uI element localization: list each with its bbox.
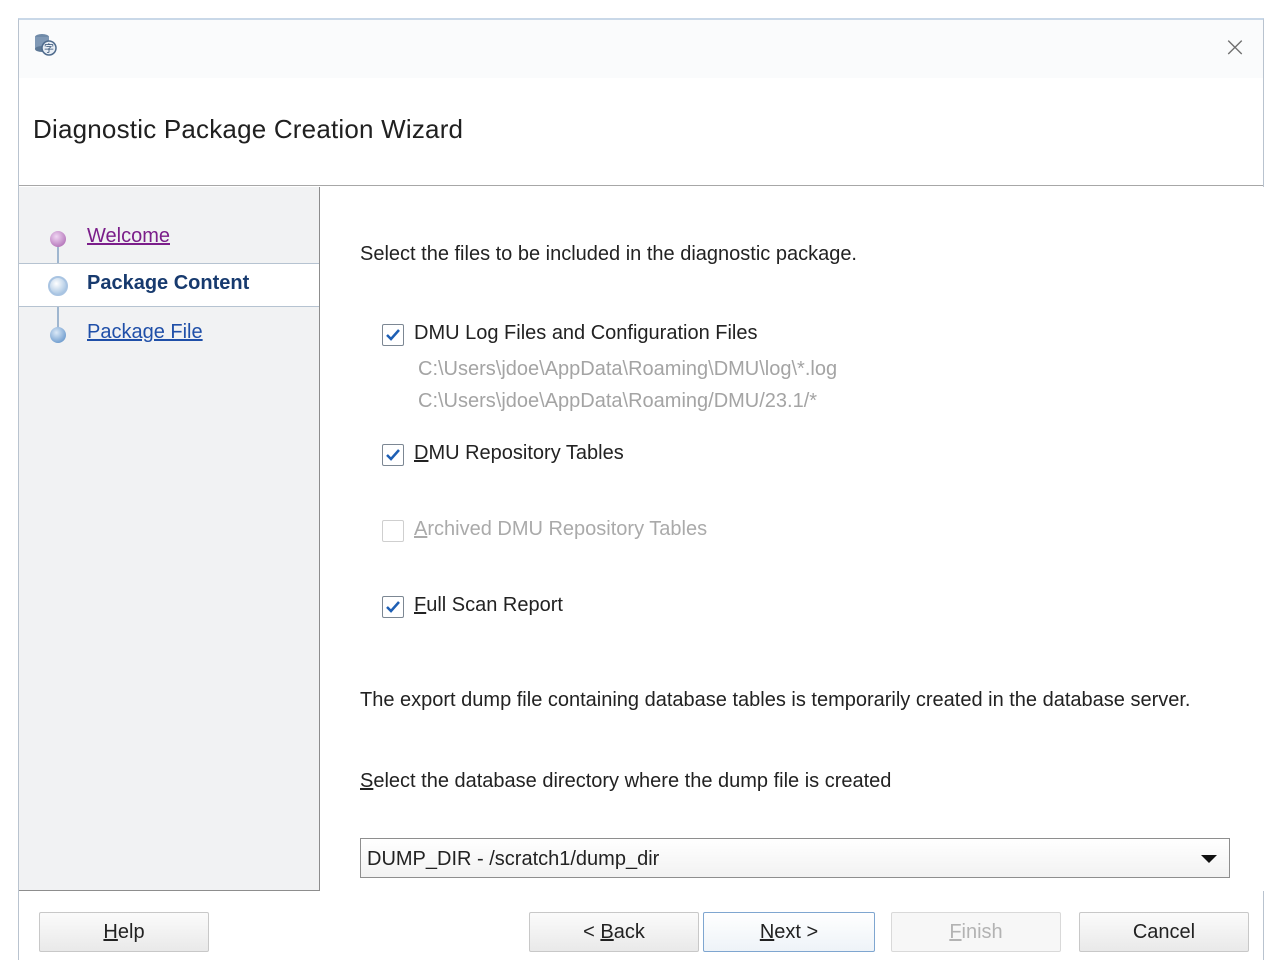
database-directory-select[interactable]: DUMP_DIR - /scratch1/dump_dir: [360, 838, 1230, 878]
full-scan-report-checkbox[interactable]: [382, 596, 404, 618]
nav-step-label: Package Content: [87, 272, 250, 294]
label-text: MU Repository Tables: [428, 442, 624, 464]
wizard-footer: Help < Back Next > Finish Cancel: [19, 892, 1263, 962]
svg-text:字: 字: [44, 42, 54, 55]
close-button[interactable]: ×: [1221, 33, 1249, 62]
checkmark-icon: [386, 449, 400, 461]
database-translate-icon: 字: [33, 32, 57, 56]
mnemonic: A: [414, 518, 428, 540]
wizard-steps-nav: Welcome Package Content Package File: [19, 187, 320, 891]
repository-tables-checkbox-label[interactable]: DMU Repository Tables: [414, 442, 624, 465]
title-bar: 字 ×: [19, 20, 1263, 78]
button-label: ext >: [774, 921, 819, 943]
checkmark-icon: [386, 601, 400, 613]
wizard-header: Diagnostic Package Creation Wizard: [19, 78, 1263, 186]
button-label: elp: [117, 921, 145, 943]
wizard-content: Select the files to be included in the d…: [321, 187, 1265, 891]
label-text: ull Scan Report: [426, 594, 563, 616]
close-icon[interactable]: ×: [1223, 30, 1246, 63]
button-label: ack: [613, 921, 645, 943]
nav-step-package-content: Package Content: [19, 263, 319, 307]
button-label: inish: [961, 921, 1003, 943]
selected-directory: DUMP_DIR - /scratch1/dump_dir: [367, 848, 660, 870]
repository-tables-checkbox[interactable]: [382, 444, 404, 466]
nav-step-package-file[interactable]: Package File: [19, 313, 319, 357]
step-visited-icon: [50, 231, 66, 247]
wizard-window: 字 × Diagnostic Package Creation Wizard W…: [18, 18, 1265, 962]
dump-file-note: The export dump file containing database…: [360, 689, 1191, 711]
log-path: C:\Users\jdoe\AppData\Roaming\DMU\log\*.…: [418, 358, 838, 380]
log-files-checkbox[interactable]: [382, 324, 404, 346]
mnemonic: F: [414, 594, 427, 616]
dropdown-arrow-icon[interactable]: [1201, 855, 1217, 863]
label-text: rchived DMU Repository Tables: [427, 518, 708, 540]
mnemonic: S: [360, 770, 374, 792]
checkmark-icon: [386, 329, 400, 341]
full-scan-report-checkbox-label[interactable]: Full Scan Report: [414, 594, 563, 617]
select-directory-label: Select the database directory where the …: [360, 770, 891, 793]
wizard-title: Diagnostic Package Creation Wizard: [33, 114, 464, 144]
nav-step-welcome[interactable]: Welcome: [19, 217, 319, 261]
mnemonic: H: [103, 921, 118, 943]
cancel-button[interactable]: Cancel: [1079, 912, 1249, 952]
step-current-icon: [48, 276, 68, 296]
back-button[interactable]: < Back: [529, 912, 699, 952]
config-path: C:\Users\jdoe\AppData\Roaming/DMU/23.1/*: [418, 390, 818, 412]
log-files-checkbox-label[interactable]: DMU Log Files and Configuration Files: [414, 322, 758, 345]
mnemonic: F: [949, 921, 962, 943]
mnemonic: N: [759, 921, 775, 943]
button-prefix: <: [583, 921, 601, 943]
help-button[interactable]: Help: [39, 912, 209, 952]
mnemonic: B: [600, 921, 614, 943]
archived-tables-checkbox-label: Archived DMU Repository Tables: [414, 518, 707, 541]
step-pending-icon: [50, 327, 66, 343]
mnemonic: D: [414, 442, 429, 464]
nav-step-label[interactable]: Package File: [87, 321, 203, 344]
label-text: elect the database directory where the d…: [373, 770, 892, 792]
nav-step-label[interactable]: Welcome: [87, 225, 170, 248]
intro-text: Select the files to be included in the d…: [360, 243, 857, 265]
archived-tables-checkbox: [382, 520, 404, 542]
next-button[interactable]: Next >: [703, 912, 875, 952]
finish-button: Finish: [891, 912, 1061, 952]
